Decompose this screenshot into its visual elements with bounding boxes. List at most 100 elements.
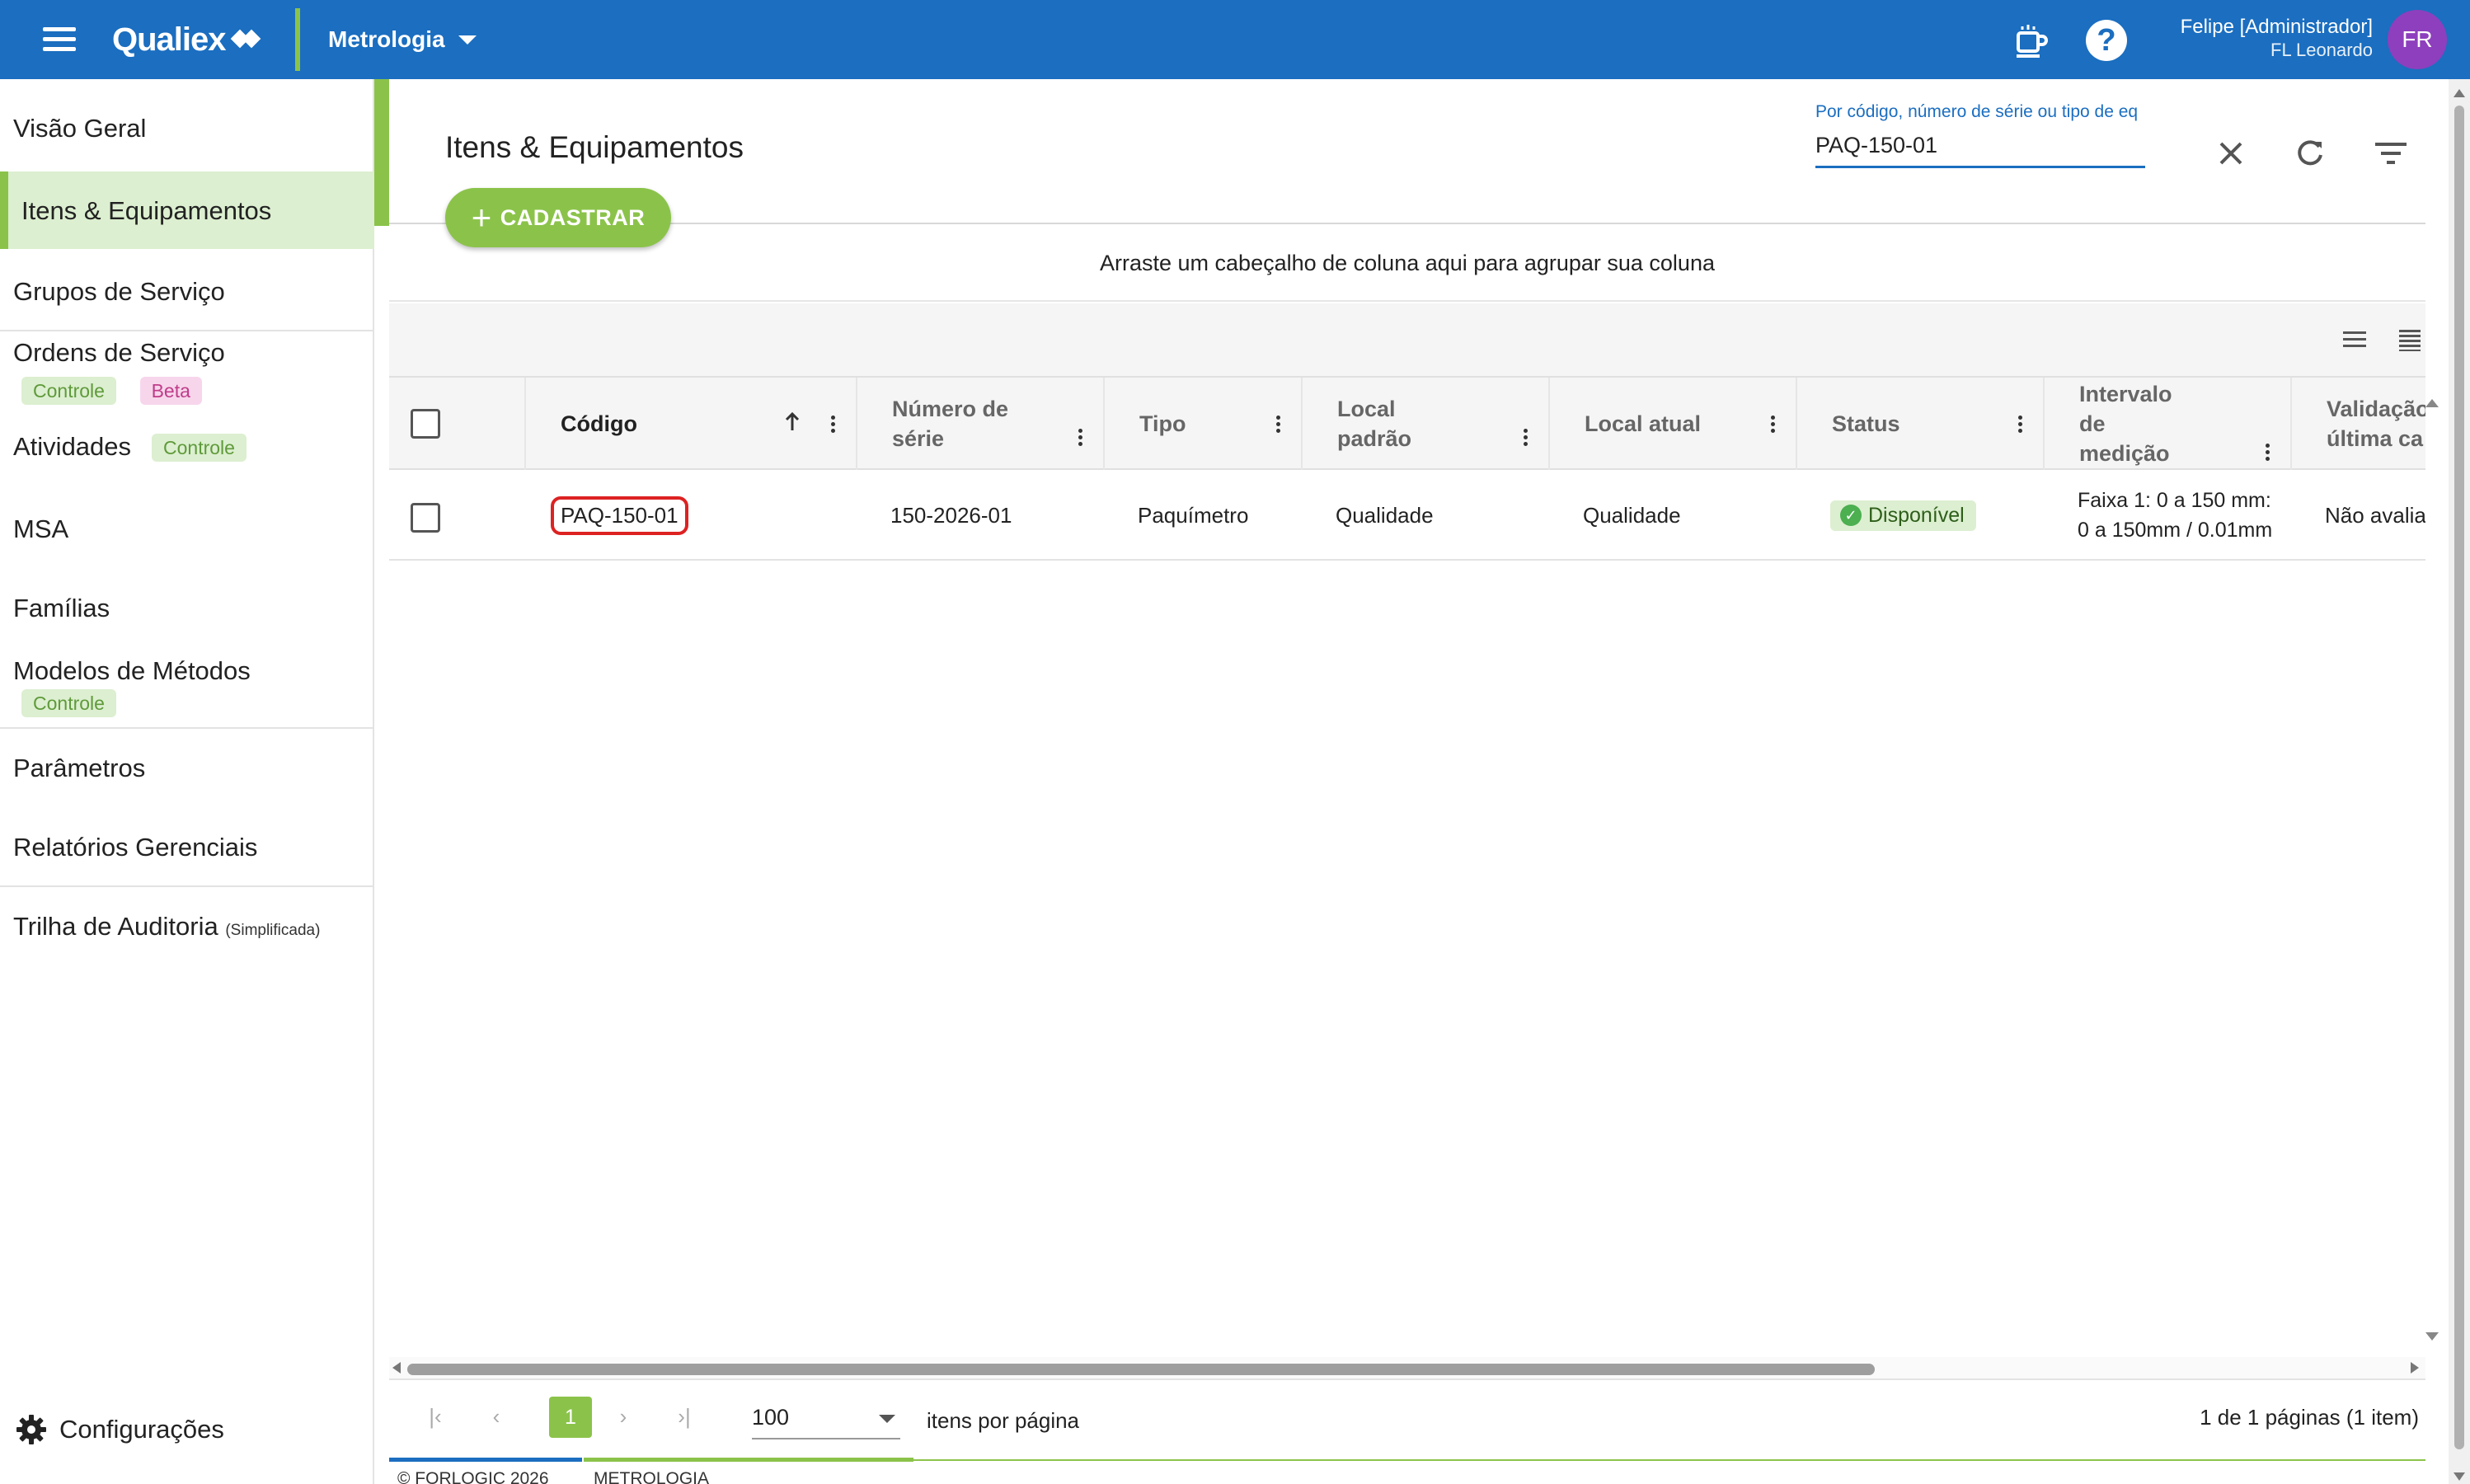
scrollbar-thumb[interactable]	[407, 1364, 1875, 1375]
row-checkbox[interactable]	[411, 503, 440, 533]
scroll-down-icon[interactable]	[2454, 1472, 2465, 1481]
plus-icon: +	[471, 198, 492, 237]
main-content: Itens & Equipamentos Por código, número …	[389, 79, 2449, 1484]
header-label: Tipo	[1139, 411, 1186, 436]
select-all-checkbox[interactable]	[411, 409, 440, 439]
header-local-padrao[interactable]: Local padrão	[1303, 378, 1550, 470]
avatar[interactable]: FR	[2388, 10, 2447, 69]
module-name: Metrologia	[328, 26, 445, 52]
filter-button[interactable]	[2368, 130, 2414, 176]
top-bar: Qualiex Metrologia ? Felipe [Administrad…	[0, 0, 2470, 79]
filter-icon	[2375, 143, 2407, 164]
header-numero-serie[interactable]: Número de série	[857, 378, 1105, 470]
grid-scroll-up-icon[interactable]	[2425, 399, 2439, 407]
footer-copyright: © FORLOGIC 2026	[397, 1469, 549, 1484]
scroll-up-icon[interactable]	[2454, 89, 2465, 97]
sort-asc-icon[interactable]	[783, 411, 801, 438]
column-menu-icon[interactable]	[2266, 444, 2270, 463]
cell-codigo[interactable]: PAQ-150-01	[551, 472, 688, 559]
chevron-down-icon	[879, 1415, 895, 1423]
tag-controle: Controle	[21, 689, 116, 717]
scroll-left-icon[interactable]	[392, 1362, 401, 1374]
sidebar-item-atividades[interactable]: Atividades Controle	[0, 414, 374, 488]
scroll-right-icon[interactable]	[2411, 1362, 2419, 1374]
header-tipo[interactable]: Tipo	[1105, 378, 1303, 470]
logo-mark-icon	[230, 25, 261, 54]
add-item-label: CADASTRAR	[500, 204, 646, 230]
sidebar-item-grupos-servico[interactable]: Grupos de Serviço	[0, 251, 374, 328]
sidebar-item-parametros[interactable]: Parâmetros	[0, 729, 374, 806]
grid-vertical-scrollbar[interactable]	[2421, 399, 2442, 1347]
sidebar-item-label: Famílias	[13, 594, 110, 622]
density-comfortable-icon[interactable]	[2341, 328, 2368, 351]
sidebar: Visão Geral Itens & Equipamentos Grupos …	[0, 79, 374, 1484]
sidebar-accent-bar	[374, 79, 389, 226]
sidebar-item-modelos-metodos[interactable]: Modelos de Métodos Controle	[0, 648, 374, 727]
search-input[interactable]	[1815, 125, 2145, 168]
app-root: Qualiex Metrologia ? Felipe [Administrad…	[0, 0, 2470, 1484]
column-menu-icon[interactable]	[1078, 429, 1083, 448]
footer: © FORLOGIC 2026 METROLOGIA	[389, 1458, 2449, 1484]
user-info[interactable]: Felipe [Administrador] FL Leonardo	[2181, 15, 2373, 61]
column-menu-icon[interactable]	[1276, 416, 1281, 435]
table-row[interactable]: PAQ-150-01 150-2026-01 Paquímetro Qualid…	[389, 472, 2425, 561]
sidebar-item-relatorios[interactable]: Relatórios Gerenciais	[0, 808, 374, 885]
sidebar-item-familias[interactable]: Famílias	[0, 569, 374, 648]
grid-scroll-down-icon[interactable]	[2425, 1332, 2439, 1341]
header-label: Número de série	[892, 397, 1009, 451]
vertical-scrollbar[interactable]	[2449, 79, 2470, 1484]
header-local-atual[interactable]: Local atual	[1550, 378, 1797, 470]
header-intervalo[interactable]: Intervalo de medição	[2045, 378, 2292, 470]
header-validacao[interactable]: Validação última ca	[2292, 378, 2425, 470]
first-page-icon[interactable]: |‹	[417, 1398, 453, 1435]
refresh-button[interactable]	[2287, 130, 2333, 176]
header-codigo[interactable]: Código	[526, 378, 857, 470]
header-label: Validação última ca	[2327, 397, 2425, 451]
add-item-button[interactable]: + CADASTRAR	[445, 188, 671, 247]
help-icon[interactable]: ?	[2086, 20, 2127, 61]
column-menu-icon[interactable]	[2018, 416, 2023, 435]
cell-validacao: Não avalia	[2325, 502, 2425, 528]
cell-intervalo: Faixa 1: 0 a 150 mm: 0 a 150mm / 0.01mm	[2078, 472, 2275, 559]
cell-local-padrao: Qualidade	[1336, 502, 1434, 528]
column-menu-icon[interactable]	[831, 416, 836, 435]
pager-summary: 1 de 1 páginas (1 item)	[2200, 1405, 2419, 1430]
last-page-icon[interactable]: ›|	[666, 1398, 702, 1435]
group-panel[interactable]: Arraste um cabeçalho de coluna aqui para…	[389, 224, 2425, 302]
page-1-button[interactable]: 1	[549, 1397, 592, 1438]
tag-controle: Controle	[21, 377, 116, 405]
sidebar-item-msa[interactable]: MSA	[0, 491, 374, 567]
column-menu-icon[interactable]	[1771, 416, 1776, 435]
clear-search-button[interactable]	[2208, 130, 2254, 176]
sidebar-item-ordens-servico[interactable]: Ordens de Serviço Controle Beta	[0, 331, 374, 414]
sidebar-item-itens-equipamentos[interactable]: Itens & Equipamentos	[0, 171, 374, 249]
next-page-icon[interactable]: ›	[605, 1398, 641, 1435]
status-text: Disponível	[1868, 503, 1965, 527]
page-size-value: 100	[752, 1405, 790, 1430]
header-label: Código	[561, 411, 637, 436]
brand-logo[interactable]: Qualiex	[112, 15, 261, 64]
row-select-cell	[389, 472, 526, 559]
sidebar-item-trilha-auditoria[interactable]: Trilha de Auditoria (Simplificada)	[0, 887, 374, 966]
sidebar-item-label: Atividades	[13, 432, 132, 461]
scrollbar-thumb[interactable]	[2454, 106, 2464, 1449]
header-status[interactable]: Status	[1797, 378, 2045, 470]
module-selector[interactable]: Metrologia	[328, 21, 477, 58]
settings-link[interactable]: Configurações	[0, 1398, 374, 1456]
page-size-select[interactable]: 100	[752, 1395, 900, 1439]
settings-label: Configurações	[59, 1415, 224, 1444]
header-label: Local padrão	[1337, 397, 1412, 451]
sidebar-item-visao-geral[interactable]: Visão Geral	[0, 96, 374, 162]
gear-icon	[15, 1413, 48, 1446]
brand-name: Qualiex	[112, 21, 227, 58]
column-menu-icon[interactable]	[1524, 429, 1528, 448]
footer-tab-indicator	[584, 1458, 913, 1462]
prev-page-icon[interactable]: ‹	[478, 1398, 514, 1435]
horizontal-scrollbar[interactable]	[389, 1357, 2425, 1378]
codigo-value[interactable]: PAQ-150-01	[551, 495, 688, 535]
sidebar-item-label: Relatórios Gerenciais	[13, 833, 258, 862]
status-badge: ✓ Disponível	[1830, 500, 1976, 531]
coffee-cup-icon[interactable]	[2010, 20, 2051, 61]
density-compact-icon[interactable]	[2397, 328, 2422, 351]
menu-icon[interactable]	[36, 21, 82, 58]
